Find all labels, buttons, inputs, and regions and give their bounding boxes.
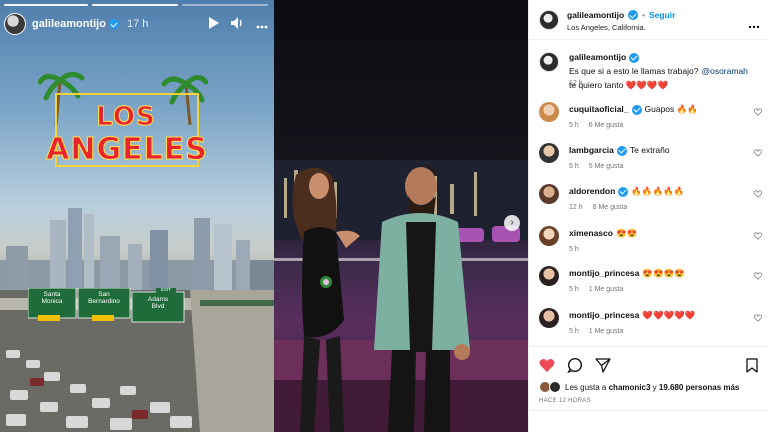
story-progress-bar-next	[182, 4, 268, 6]
comment-username[interactable]: aldorendon	[569, 186, 615, 197]
story-username[interactable]: galileamontijo	[32, 18, 119, 30]
post-timestamp: HACE 12 HORAS	[539, 398, 591, 404]
avatar[interactable]	[539, 226, 559, 246]
comment-text: ❤️❤️❤️❤️❤️	[642, 310, 696, 320]
post-sidebar: galileamontijo • Seguir Los Angeles, Cal…	[528, 0, 768, 432]
comment-text: Te extraño	[629, 145, 670, 155]
comment-heart-icon[interactable]	[754, 108, 762, 116]
caption-username[interactable]: galileamontijo	[569, 52, 626, 63]
add-comment-bar	[529, 410, 768, 432]
comment-like-count[interactable]: 1 Me gusta	[589, 286, 624, 293]
post-location[interactable]: Los Angeles, California.	[567, 23, 646, 32]
comment-username[interactable]: montijo_princesa	[569, 310, 639, 321]
liked-by-avatars[interactable]	[539, 381, 563, 393]
verified-badge-icon	[628, 10, 639, 20]
comment-timestamp: 5 h	[569, 328, 579, 335]
sign-left-text: Santa Monica	[41, 291, 63, 305]
comment-timestamp: 12 h	[569, 204, 583, 211]
comment-heart-icon[interactable]	[754, 272, 762, 280]
post-caption: galileamontijo Es que si a esto le llama…	[529, 52, 768, 92]
likes-connector: y	[652, 383, 657, 392]
comment-like-count[interactable]: 1 Me gusta	[589, 328, 624, 335]
logo-line1: LOS	[96, 102, 156, 133]
comment-text: 😍😍	[615, 228, 638, 238]
caption-timestamp: 12 h	[569, 80, 583, 87]
share-icon[interactable]	[595, 357, 611, 378]
comment-timestamp: 5 h	[569, 122, 579, 129]
separator-dot: •	[642, 10, 645, 20]
caption-text-2: te quiero tanto ❤️❤️❤️❤️	[569, 80, 669, 90]
comment-timestamp: 5 h	[569, 246, 579, 253]
avatar[interactable]	[539, 266, 559, 286]
story-progress-bar-done	[4, 4, 88, 6]
post-photo[interactable]: ›	[274, 0, 528, 432]
comment-item: montijo_princesa 😍😍😍😍 5 h 1 Me gusta	[529, 266, 768, 296]
likes-count[interactable]: 19.680 personas más	[659, 383, 740, 392]
comment-username[interactable]: ximenasco	[569, 228, 613, 239]
comment-item: ximenasco 😍😍 5 h	[529, 226, 768, 256]
likes-prefix: Les gusta a	[565, 383, 607, 392]
comment-item: aldorendon 🔥🔥🔥🔥🔥 12 h 8 Me gusta	[529, 184, 768, 214]
comment-icon[interactable]	[567, 357, 583, 378]
carousel-next-button[interactable]: ›	[504, 215, 520, 231]
comment-heart-icon[interactable]	[754, 190, 762, 198]
post-username[interactable]: galileamontijo	[567, 10, 624, 20]
divider	[529, 346, 768, 347]
comment-timestamp: 5 h	[569, 163, 579, 170]
comment-like-count[interactable]: 6 Me gusta	[589, 122, 624, 129]
story-timestamp: 17 h	[126, 18, 149, 30]
comment-text: Guapos 🔥🔥	[644, 104, 698, 114]
comment-like-count[interactable]: 8 Me gusta	[593, 204, 628, 211]
comment-item: lambgarcia Te extraño 5 h 5 Me gusta	[529, 143, 768, 173]
comment-text: 😍😍😍😍	[642, 268, 685, 278]
post-header: galileamontijo • Seguir Los Angeles, Cal…	[529, 0, 768, 40]
comment-like-count[interactable]: 5 Me gusta	[589, 163, 624, 170]
avatar[interactable]	[4, 13, 26, 35]
play-icon[interactable]	[208, 16, 219, 32]
comment-username[interactable]: montijo_princesa	[569, 268, 639, 279]
comment-heart-icon[interactable]	[754, 149, 762, 157]
likes-user[interactable]: chamonic3	[609, 383, 651, 392]
story-panel[interactable]: galileamontijo 17 h Santa Monica San Ber…	[0, 0, 274, 432]
more-icon[interactable]	[748, 16, 760, 34]
caption-text: Es que si a esto le llamas trabajo?	[569, 66, 699, 76]
comment-username[interactable]: lambgarcia	[569, 145, 614, 156]
likes-summary[interactable]: Les gusta a chamonic3 y 19.680 personas …	[565, 383, 739, 392]
bookmark-icon[interactable]	[746, 358, 758, 378]
avatar[interactable]	[539, 308, 559, 328]
verified-badge-icon	[629, 52, 640, 63]
caption-mention-link[interactable]: @osoramah	[701, 66, 747, 77]
heart-icon[interactable]	[539, 358, 555, 378]
avatar[interactable]	[539, 102, 559, 122]
comment-text: 🔥🔥🔥🔥🔥	[631, 186, 685, 196]
story-username-text[interactable]: galileamontijo	[32, 18, 106, 30]
avatar[interactable]	[539, 52, 559, 72]
avatar[interactable]	[539, 184, 559, 204]
comment-item: montijo_princesa ❤️❤️❤️❤️❤️ 5 h 1 Me gust…	[529, 308, 768, 338]
more-icon[interactable]	[256, 17, 268, 32]
avatar[interactable]	[539, 143, 559, 163]
post-actions	[539, 357, 611, 378]
verified-badge-icon	[108, 19, 119, 29]
sign-mid-text: San Bernardino	[88, 291, 120, 305]
couple-photo-image	[274, 160, 528, 432]
follow-button[interactable]: Seguir	[649, 10, 675, 20]
verified-badge-icon	[631, 104, 642, 115]
sign-right-text: Adams Blvd	[147, 296, 169, 310]
comment-heart-icon[interactable]	[754, 232, 762, 240]
avatar[interactable]	[539, 10, 559, 30]
verified-badge-icon	[618, 186, 629, 197]
sign-exit-text: EXIT	[160, 287, 171, 292]
story-header: galileamontijo 17 h	[4, 12, 268, 36]
comment-item: cuquitaoficial_ Guapos 🔥🔥 5 h 6 Me gusta	[529, 102, 768, 132]
comment-username[interactable]: cuquitaoficial_	[569, 104, 629, 115]
comment-timestamp: 5 h	[569, 286, 579, 293]
story-progress-bar-current	[92, 4, 178, 6]
comment-heart-icon[interactable]	[754, 314, 762, 322]
verified-badge-icon	[616, 145, 627, 156]
volume-icon[interactable]	[231, 16, 244, 32]
logo-line2: ANGELES	[46, 132, 208, 168]
